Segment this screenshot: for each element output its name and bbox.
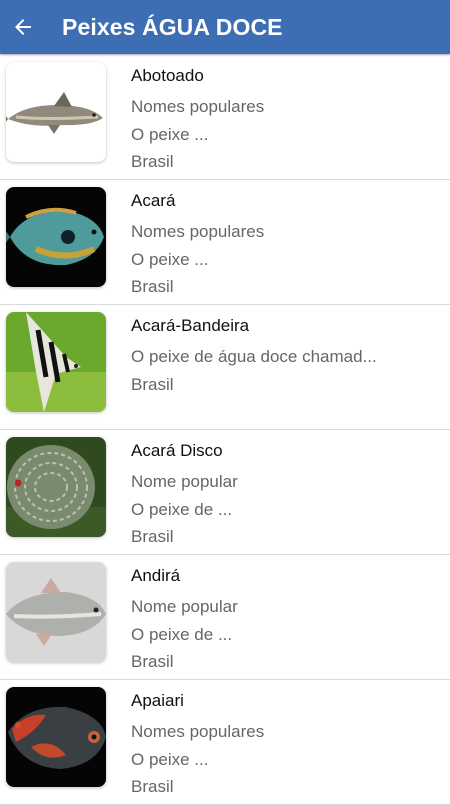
fish-thumbnail: [6, 562, 106, 662]
fish-thumbnail: [6, 312, 106, 412]
list-item[interactable]: Acará Nomes populares O peixe ... Brasil: [0, 180, 450, 305]
fish-country: Brasil: [131, 527, 174, 546]
list-item[interactable]: Andirá Nome popular O peixe de ... Brasi…: [0, 555, 450, 680]
list-item[interactable]: Acará-Bandeira O peixe de água doce cham…: [0, 305, 450, 430]
list-item[interactable]: Apaiari Nomes populares O peixe ... Bras…: [0, 680, 450, 805]
list-item[interactable]: Acará Disco Nome popular O peixe de ... …: [0, 430, 450, 555]
fish-name: Apaiari: [131, 691, 184, 710]
fish-description-line: O peixe ...: [131, 749, 209, 769]
list-item-texts: Acará Disco Nome popular O peixe de ... …: [131, 440, 238, 551]
fish-description-line: O peixe de ...: [131, 624, 233, 644]
fish-description-line: Nome popular: [131, 597, 238, 616]
fish-description-line: O peixe ...: [131, 124, 209, 144]
list-item-texts: Andirá Nome popular O peixe de ... Brasi…: [131, 565, 238, 676]
fish-country: Brasil: [131, 277, 174, 296]
fish-list: Abotoado Nomes populares O peixe ... Bra…: [0, 55, 450, 805]
arrow-left-icon: [15, 19, 31, 35]
oscar-fish-image: [6, 687, 106, 787]
fish-description-line: Nomes populares: [131, 97, 265, 116]
angelfish-image: [6, 312, 106, 412]
fish-name: Abotoado: [131, 66, 204, 85]
discus-fish-image: [6, 437, 106, 537]
fish-description-line: O peixe de ...: [131, 499, 233, 519]
fish-name: Andirá: [131, 566, 181, 585]
acara-fish-image: [6, 187, 106, 287]
list-item[interactable]: Abotoado Nomes populares O peixe ... Bra…: [0, 55, 450, 180]
fish-description-line: Nomes populares: [131, 722, 265, 741]
list-item-texts: Abotoado Nomes populares O peixe ... Bra…: [131, 65, 264, 176]
fish-thumbnail: [6, 62, 106, 162]
andira-fish-image: [6, 562, 106, 662]
back-button[interactable]: [3, 7, 43, 47]
fish-thumbnail: [6, 437, 106, 537]
app-bar: Peixes ÁGUA DOCE: [0, 0, 450, 54]
fish-description-line: O peixe ...: [131, 249, 209, 269]
fish-description-line: Nomes populares: [131, 222, 265, 241]
fish-country: Brasil: [131, 374, 174, 394]
fish-thumbnail: [6, 687, 106, 787]
list-item-texts: Acará-Bandeira O peixe de água doce cham…: [131, 315, 377, 398]
page-title: Peixes ÁGUA DOCE: [62, 13, 283, 40]
list-item-texts: Apaiari Nomes populares O peixe ... Bras…: [131, 690, 264, 801]
list-item-texts: Acará Nomes populares O peixe ... Brasil: [131, 190, 264, 301]
fish-name: Acará-Bandeira: [131, 316, 250, 335]
fish-country: Brasil: [131, 152, 174, 171]
fish-name: Acará: [131, 191, 176, 210]
abotoado-fish-image: [6, 62, 106, 162]
fish-description-line: O peixe de água doce chamad...: [131, 347, 377, 366]
fish-description-line: Nome popular: [131, 472, 238, 491]
fish-country: Brasil: [131, 777, 174, 796]
fish-thumbnail: [6, 187, 106, 287]
fish-country: Brasil: [131, 652, 174, 671]
fish-name: Acará Disco: [131, 441, 223, 460]
